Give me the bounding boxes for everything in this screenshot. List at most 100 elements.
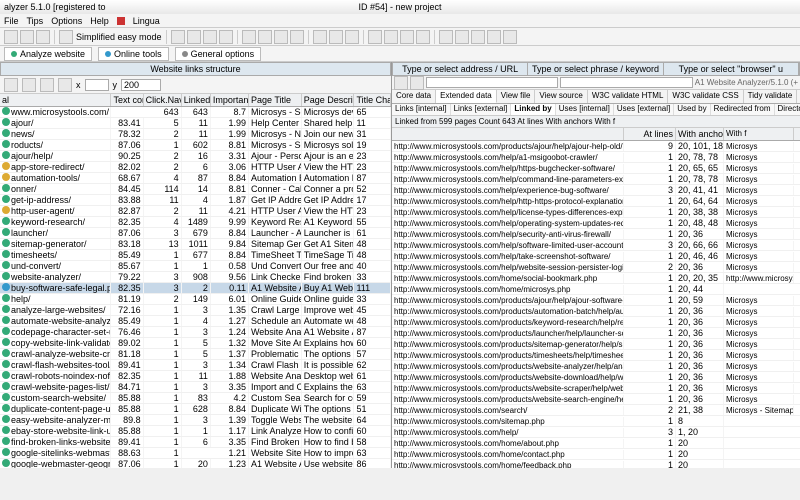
table-row[interactable]: roducts/87.0616028.81Microsys - Softw...… <box>0 140 391 151</box>
table-row[interactable]: http://www.microsystools.com/help/take-s… <box>392 251 800 262</box>
tab-w3c-validate-css[interactable]: W3C validate CSS <box>668 90 743 103</box>
subtab[interactable]: Redirected from <box>711 104 775 115</box>
table-row[interactable]: http-user-agent/82.872114.21HTTP User Ag… <box>0 206 391 217</box>
col-text-content[interactable]: Text content % <box>111 94 143 106</box>
tool-icon[interactable] <box>290 30 304 44</box>
easy-mode-toggle[interactable]: Simplified easy mode <box>59 30 162 44</box>
col-title-chars[interactable]: Title Characters <box>354 94 391 106</box>
subtab[interactable]: Uses [external] <box>614 104 674 115</box>
table-row[interactable]: http://www.microsystools.com/products/au… <box>392 306 800 317</box>
menu-options[interactable]: Options <box>51 16 82 26</box>
table-row[interactable]: google-sitelinks-webmaster-tools/88.6311… <box>0 448 391 459</box>
col-with-anchors[interactable]: With anchors <box>676 128 724 140</box>
table-row[interactable]: news/78.322111.99Microsys - News...Join … <box>0 129 391 140</box>
y-input[interactable] <box>121 79 161 91</box>
table-row[interactable]: http://www.microsystools.com/search/221,… <box>392 405 800 416</box>
tool-icon[interactable] <box>171 30 185 44</box>
table-row[interactable]: website-analyzer/79.2239089.56Link Check… <box>0 272 391 283</box>
tool-icon[interactable] <box>313 30 327 44</box>
col-click-nav[interactable]: Click.Nav.Count <box>144 94 182 106</box>
table-row[interactable]: http://www.microsystools.com/help/http-h… <box>392 196 800 207</box>
tab-tidy-validate[interactable]: Tidy validate <box>744 90 798 103</box>
tab-w3c-validate-html[interactable]: W3C validate HTML <box>588 90 669 103</box>
table-row[interactable]: keyword-research/82.35414899.99Keyword R… <box>0 217 391 228</box>
tool-icon[interactable] <box>274 30 288 44</box>
col-url[interactable] <box>392 128 624 140</box>
col-at-lines[interactable]: At lines <box>624 128 676 140</box>
table-row[interactable]: http://www.microsystools.com/home/feedba… <box>392 460 800 468</box>
table-row[interactable]: easy-website-analyzer-mode/89.8131.39Tog… <box>0 415 391 426</box>
table-row[interactable]: get-ip-address/83.881141.87Get IP Addres… <box>0 195 391 206</box>
table-row[interactable]: http://www.microsystools.com/products/la… <box>392 328 800 339</box>
table-row[interactable]: ebay-store-website-link-util/85.88111.17… <box>0 426 391 437</box>
table-row[interactable]: http://www.microsystools.com/help/comman… <box>392 174 800 185</box>
tab-online-tools[interactable]: Online tools <box>98 47 169 61</box>
col-linked-count[interactable]: Linked.Count <box>182 94 211 106</box>
tool-icon[interactable] <box>471 30 485 44</box>
fwd-icon[interactable] <box>410 76 424 90</box>
table-row[interactable]: ajour/help/90.252163.31Ajour - Personal.… <box>0 151 391 162</box>
table-row[interactable]: app-store-redirect/82.02263.06HTTP User … <box>0 162 391 173</box>
tool-icon[interactable] <box>203 30 217 44</box>
table-row[interactable]: automate-website-analyzer/85.49141.27Sch… <box>0 316 391 327</box>
subtab[interactable]: Directory summary <box>775 104 800 115</box>
table-row[interactable]: http://www.microsystools.com/help/securi… <box>392 229 800 240</box>
tool-icon[interactable] <box>345 30 359 44</box>
table-row[interactable]: onner/84.45114148.81Conner - Calcula...C… <box>0 184 391 195</box>
tab-core-data[interactable]: Core data <box>392 90 436 103</box>
subtab[interactable]: Linked by <box>511 104 555 115</box>
tab-analyze-website[interactable]: Analyze website <box>4 47 92 61</box>
nav-icon[interactable] <box>4 78 18 92</box>
table-row[interactable]: http://www.microsystools.com/products/aj… <box>392 295 800 306</box>
tool-icon[interactable] <box>384 30 398 44</box>
menu-tips[interactable]: Tips <box>27 16 44 26</box>
table-row[interactable]: copy-website-link-validator/89.02151.32M… <box>0 338 391 349</box>
table-row[interactable]: http://www.microsystools.com/products/we… <box>392 383 800 394</box>
tool-icon[interactable] <box>258 30 272 44</box>
table-row[interactable]: http://www.microsystools.com/home/micros… <box>392 284 800 295</box>
tool-icon[interactable] <box>368 30 382 44</box>
table-row[interactable]: http://www.microsystools.com/home/about.… <box>392 438 800 449</box>
table-row[interactable]: ajour/83.415111.99Help CenterShared help… <box>0 118 391 129</box>
x-input[interactable] <box>85 79 109 91</box>
left-grid-body[interactable]: www.microsystools.com/6436438.7Microsys … <box>0 107 391 468</box>
subtab[interactable]: Links [internal] <box>392 104 451 115</box>
table-row[interactable]: http://www.microsystools.com/home/contac… <box>392 449 800 460</box>
menu-lingua[interactable]: Lingua <box>133 16 160 26</box>
url-input[interactable] <box>426 77 558 88</box>
table-row[interactable]: crawl-flash-websites-tool/89.41131.34Cra… <box>0 360 391 371</box>
table-row[interactable]: help/81.1921496.01Online Guides, t...Onl… <box>0 294 391 305</box>
table-row[interactable]: sitemap-generator/83.181310119.84Sitemap… <box>0 239 391 250</box>
table-row[interactable]: crawl-analyze-website-crawling/81.18151.… <box>0 349 391 360</box>
tab-view-file[interactable]: View file <box>497 90 536 103</box>
table-row[interactable]: http://www.microsystools.com/home/social… <box>392 273 800 284</box>
new-icon[interactable] <box>4 30 18 44</box>
table-row[interactable]: buy-software-safe-legal.php82.35320.11A1… <box>0 283 391 294</box>
table-row[interactable]: http://www.microsystools.com/help/https-… <box>392 163 800 174</box>
right-grid-body[interactable]: http://www.microsystools.com/products/aj… <box>392 141 800 468</box>
tab-view-source[interactable]: View source <box>535 90 587 103</box>
table-row[interactable]: http://www.microsystools.com/products/si… <box>392 339 800 350</box>
tool-icon[interactable] <box>416 30 430 44</box>
table-row[interactable]: http://www.microsystools.com/sitemap.php… <box>392 416 800 427</box>
tool-icon[interactable] <box>219 30 233 44</box>
nav-icon[interactable] <box>22 78 36 92</box>
tool-icon[interactable] <box>242 30 256 44</box>
table-row[interactable]: http://www.microsystools.com/products/we… <box>392 361 800 372</box>
table-row[interactable]: www.microsystools.com/6436438.7Microsys … <box>0 107 391 118</box>
table-row[interactable]: http://www.microsystools.com/help/experi… <box>392 185 800 196</box>
table-row[interactable]: codepage-character-set-unicode-utf8/76.4… <box>0 327 391 338</box>
menu-file[interactable]: File <box>4 16 19 26</box>
table-row[interactable]: analyze-large-websites/72.16131.35Crawl … <box>0 305 391 316</box>
table-row[interactable]: http://www.microsystools.com/products/ti… <box>392 350 800 361</box>
table-row[interactable]: google-webmaster-geographic-targeting/87… <box>0 459 391 468</box>
table-row[interactable]: custom-search-website/85.881834.2Custom … <box>0 393 391 404</box>
back-icon[interactable] <box>394 76 408 90</box>
table-row[interactable]: http://www.microsystools.com/help/31, 20 <box>392 427 800 438</box>
nav-icon[interactable] <box>40 78 54 92</box>
table-row[interactable]: http://www.microsystools.com/help/a1-msi… <box>392 152 800 163</box>
col-address[interactable]: al <box>0 94 111 106</box>
col-with-f[interactable]: With f <box>724 128 794 140</box>
table-row[interactable]: launcher/87.0636798.84Launcher - Appli..… <box>0 228 391 239</box>
tool-icon[interactable] <box>329 30 343 44</box>
